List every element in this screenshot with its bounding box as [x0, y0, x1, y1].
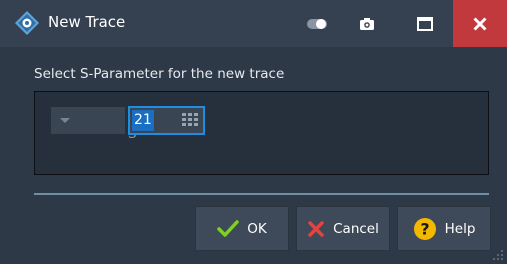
help-label: Help: [444, 220, 476, 237]
keypad-icon[interactable]: [182, 113, 198, 127]
separator: [34, 193, 489, 195]
toggle-icon: [307, 18, 327, 29]
title-bar[interactable]: New Trace: [0, 0, 507, 47]
maximize-icon: [417, 16, 433, 31]
help-icon: ?: [413, 217, 436, 240]
svg-text:?: ?: [420, 219, 429, 238]
close-icon: [473, 16, 487, 31]
resize-grip-icon[interactable]: [492, 249, 504, 261]
toggle-button[interactable]: [298, 0, 338, 47]
cross-icon: [308, 220, 324, 237]
help-button[interactable]: ? Help: [397, 206, 491, 251]
checkmark-icon: [217, 219, 239, 237]
app-logo-icon: [15, 11, 39, 35]
prompt-label: Select S-Parameter for the new trace: [34, 66, 285, 82]
close-button[interactable]: [453, 0, 507, 47]
screenshot-button[interactable]: [347, 0, 387, 47]
ok-button[interactable]: OK: [195, 206, 289, 251]
cancel-label: Cancel: [333, 220, 379, 237]
s-parameter-input[interactable]: 21: [128, 106, 205, 135]
camera-icon: [360, 17, 374, 30]
s-parameter-value: 21: [132, 110, 154, 131]
s-parameter-dropdown[interactable]: S: [51, 107, 137, 142]
window-title: New Trace: [48, 13, 126, 31]
ok-label: OK: [247, 220, 267, 237]
chevron-down-icon: [60, 118, 70, 123]
cancel-button[interactable]: Cancel: [296, 206, 390, 251]
new-trace-dialog: New Trace Select S-Parameter for the new…: [0, 0, 507, 264]
s-parameter-panel: S 21: [34, 91, 489, 175]
maximize-button[interactable]: [405, 0, 445, 47]
